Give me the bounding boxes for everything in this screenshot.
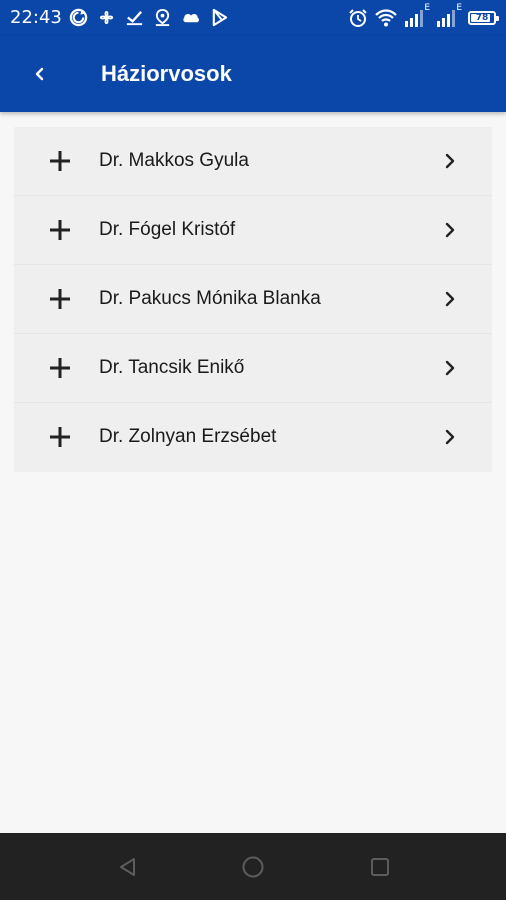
plus-icon: [50, 358, 70, 378]
navigation-bar: [0, 833, 506, 900]
alarm-icon: [349, 9, 367, 27]
list-item[interactable]: Dr. Fógel Kristóf: [14, 196, 492, 265]
status-left-icons: [69, 8, 229, 27]
chevron-right-icon: [445, 222, 455, 238]
battery-tip: [496, 16, 499, 21]
network-label: E: [456, 3, 462, 13]
back-triangle-icon: [120, 858, 135, 876]
battery-level: 78: [475, 13, 489, 23]
list-item[interactable]: Dr. Pakucs Mónika Blanka: [14, 265, 492, 334]
plus-icon: [50, 151, 70, 171]
recents-square-icon: [371, 858, 389, 876]
status-time: 22:43: [10, 7, 62, 28]
battery-icon: 78: [468, 11, 499, 25]
fan-icon: [99, 10, 114, 25]
location-icon: [155, 8, 170, 27]
chevron-right-icon: [445, 291, 455, 307]
nav-recents-button[interactable]: [366, 853, 394, 881]
check-icon: [126, 11, 143, 26]
doctor-list: Dr. Makkos Gyula Dr. Fógel Kristóf Dr. P…: [14, 127, 492, 472]
nav-home-button[interactable]: [239, 853, 267, 881]
page-title: Háziorvosok: [101, 61, 232, 86]
doctor-name: Dr. Zolnyan Erzsébet: [99, 426, 277, 447]
signal-icon: [437, 10, 455, 27]
home-circle-icon: [242, 856, 264, 878]
wifi-icon: [375, 9, 397, 27]
list-item[interactable]: Dr. Zolnyan Erzsébet: [14, 403, 492, 472]
status-bar: 22:43 E E 78: [0, 0, 506, 36]
chevron-left-icon: [35, 67, 44, 81]
doctor-name: Dr. Makkos Gyula: [99, 150, 249, 171]
back-button[interactable]: [22, 56, 58, 92]
plus-icon: [50, 220, 70, 240]
signal-icon: [405, 10, 423, 27]
plus-icon: [50, 427, 70, 447]
doctor-name: Dr. Pakucs Mónika Blanka: [99, 288, 321, 309]
chevron-right-icon: [445, 153, 455, 169]
signal-strength-1: E: [404, 3, 430, 28]
network-label: E: [424, 3, 430, 13]
doctor-name: Dr. Fógel Kristóf: [99, 219, 236, 240]
sync-icon: [69, 8, 88, 27]
list-item[interactable]: Dr. Tancsik Enikő: [14, 334, 492, 403]
signal-strength-2: E: [436, 3, 462, 28]
cloud-icon: [183, 13, 199, 23]
doctor-name: Dr. Tancsik Enikő: [99, 357, 245, 378]
chevron-right-icon: [445, 429, 455, 445]
chevron-right-icon: [445, 360, 455, 376]
app-bar: Háziorvosok: [0, 36, 506, 112]
nav-back-button[interactable]: [114, 853, 142, 881]
plus-icon: [50, 289, 70, 309]
list-item[interactable]: Dr. Makkos Gyula: [14, 127, 492, 196]
status-right-icons: E E 78: [348, 3, 499, 28]
play-store-icon: [212, 8, 228, 27]
